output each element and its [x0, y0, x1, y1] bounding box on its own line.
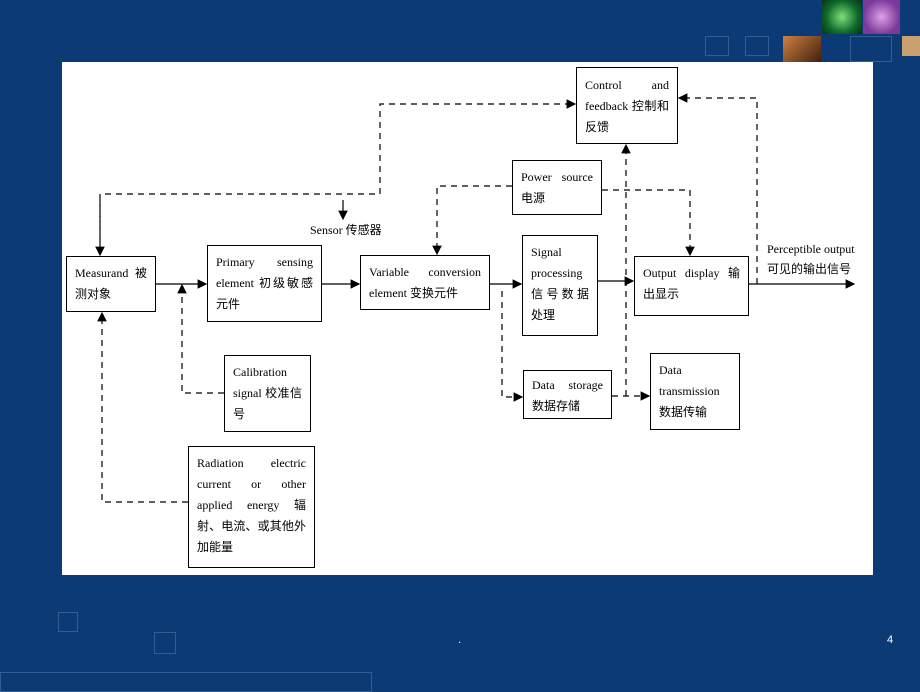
- page-number: 4: [887, 634, 894, 646]
- box-measurand: Measurand 被测对象: [66, 256, 156, 312]
- box-calibration: Calibration signal 校准信号: [224, 355, 311, 432]
- box-signal-processing: Signal processing 信号数据处理: [522, 235, 598, 336]
- dashed-radiation: [97, 311, 188, 503]
- dashed-variable-storage: [501, 291, 524, 402]
- sensor-label: Sensor 传感器: [310, 223, 382, 237]
- footer-dot: .: [458, 634, 462, 646]
- box-output-display: Output display 输出显示: [634, 256, 749, 316]
- output-label-cn: 可见的输出信号: [767, 262, 852, 276]
- dashed-power-variable: [432, 185, 512, 256]
- box-control-feedback: Control and feedback 控制和反馈: [576, 67, 678, 144]
- box-primary-sensing: Primary sensing element 初级敏感元件: [207, 245, 322, 322]
- box-data-transmission: Data transmission 数据传输: [650, 353, 740, 430]
- diagram-connectors: [95, 93, 856, 503]
- output-label-en: Perceptible output: [767, 242, 855, 256]
- box-data-storage: Data storage 数据存储: [523, 370, 612, 419]
- box-variable-conversion: Variable conversion element 变换元件: [360, 255, 490, 310]
- box-radiation: Radiation electric current or other appl…: [188, 446, 315, 568]
- dashed-power-output: [602, 189, 695, 257]
- box-power-source: Power source 电源: [512, 160, 602, 215]
